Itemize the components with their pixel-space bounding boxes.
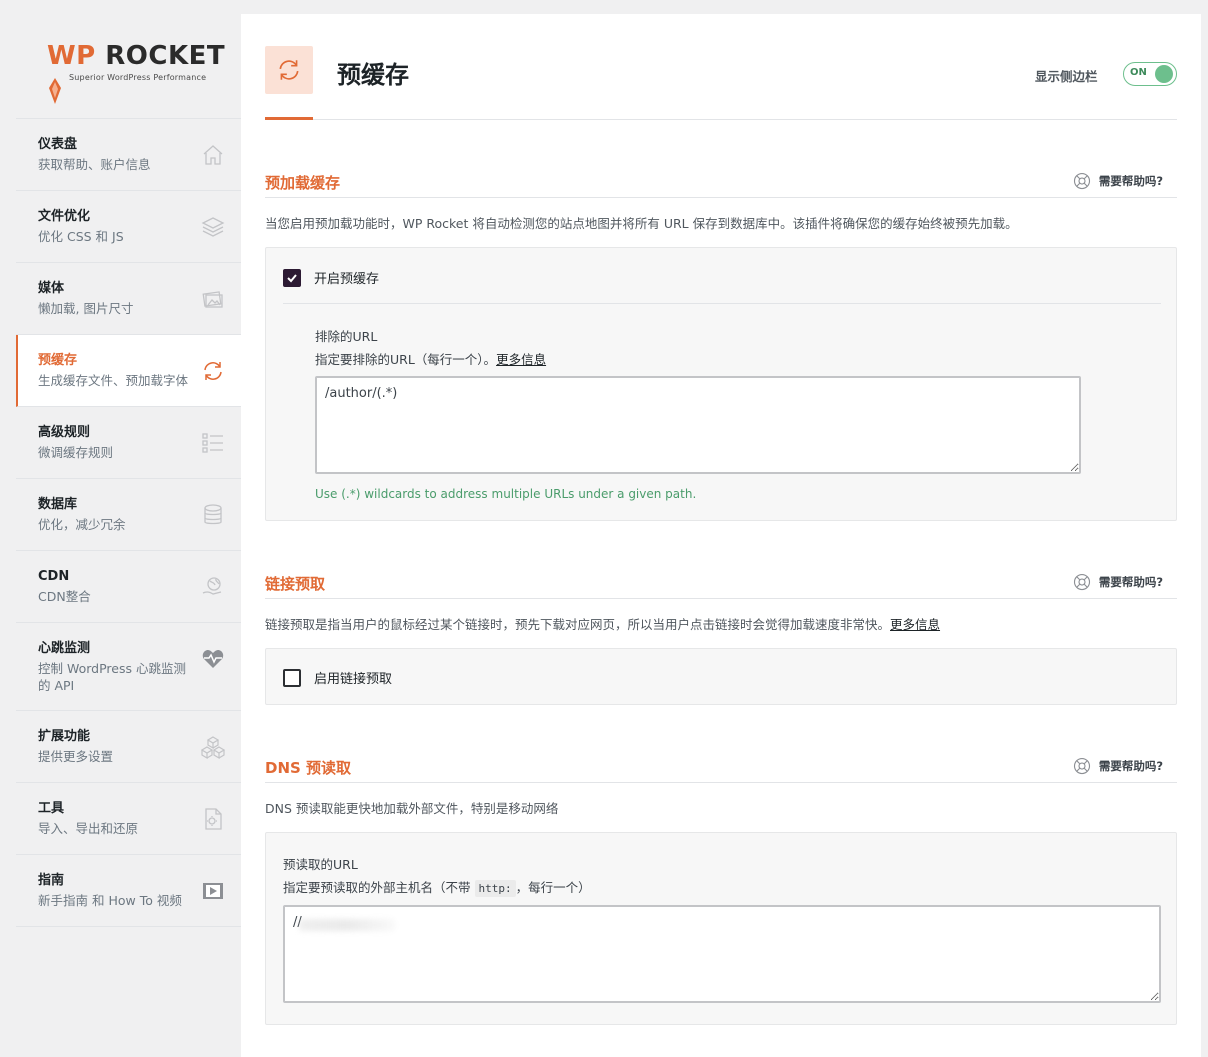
help-label: 需要帮助吗?	[1098, 759, 1163, 773]
enable-preload-row[interactable]: 开启预缓存	[283, 268, 379, 287]
enable-link-prefetch-row[interactable]: 启用链接预取	[283, 668, 392, 687]
sidebar-item-subtitle: 优化 CSS 和 JS	[38, 229, 124, 244]
wildcard-note: Use (.*) wildcards to address multiple U…	[315, 487, 697, 501]
help-label: 需要帮助吗?	[1098, 575, 1163, 589]
enable-preload-checkbox[interactable]	[283, 268, 301, 287]
layers-icon	[201, 215, 225, 239]
divider	[283, 303, 1161, 304]
sidebar-item-subtitle: 控制 WordPress 心跳监测的 API	[38, 661, 186, 693]
link-prefetch-section-header: 链接预取 需要帮助吗?	[265, 563, 1177, 599]
header-accent-underline	[265, 117, 313, 120]
wordmark: WP ROCKET	[47, 41, 226, 71]
help-label: 需要帮助吗?	[1098, 174, 1163, 188]
sidebar-item-subtitle: 优化，减少冗余	[38, 517, 126, 532]
sidebar-item-media[interactable]: 媒体 懒加载, 图片尺寸	[16, 263, 241, 335]
section-title: DNS 预读取	[265, 759, 352, 777]
sidebar-item-file-optimization[interactable]: 文件优化 优化 CSS 和 JS	[16, 191, 241, 263]
cubes-icon	[200, 735, 226, 760]
link-prefetch-description: 链接预取是指当用户的鼠标经过某个链接时，预先下载对应网页，所以当用户点击链接时会…	[265, 617, 941, 632]
lifebuoy-icon	[1073, 172, 1090, 190]
sidebar-item-cdn[interactable]: CDN CDN整合	[16, 551, 241, 623]
page-title: 预缓存	[337, 61, 409, 89]
wp-rocket-logo[interactable]: WP ROCKET Superior WordPress Performance	[16, 14, 241, 119]
redacted-hostname	[299, 919, 395, 931]
checkmark-icon	[287, 273, 297, 282]
help-link[interactable]: 需要帮助吗?	[1073, 573, 1163, 591]
enable-link-prefetch-checkbox[interactable]	[283, 668, 301, 687]
dns-prefetch-box: 预读取的URL 指定要预读取的外部主机名（不带 http: ，每行一个） //	[265, 832, 1177, 1025]
sidebar-item-database[interactable]: 数据库 优化，减少冗余	[16, 479, 241, 551]
globe-hand-icon	[201, 575, 225, 599]
sidebar-item-subtitle: 微调缓存规则	[38, 445, 114, 460]
sidebar-item-tutorials[interactable]: 指南 新手指南 和 How To 视频	[16, 855, 241, 927]
video-icon	[201, 879, 225, 903]
checklist-icon	[201, 431, 225, 455]
sidebar-item-dashboard[interactable]: 仪表盘 获取帮助、账户信息	[16, 119, 241, 191]
section-title: 链接预取	[265, 575, 326, 593]
page-header: 预缓存 显示侧边栏 ON	[265, 14, 1177, 120]
toggle-knob	[1155, 65, 1173, 83]
sidebar-item-subtitle: 导入、导出和还原	[38, 821, 139, 836]
sidebar-item-subtitle: 生成缓存文件、预加载字体	[38, 373, 189, 388]
section-title: 预加载缓存	[265, 174, 341, 192]
sidebar-item-heartbeat[interactable]: 心跳监测 控制 WordPress 心跳监测的 API	[16, 623, 241, 711]
preload-section-header: 预加载缓存 需要帮助吗?	[265, 162, 1177, 198]
preload-description: 当您启用预加载功能时，WP Rocket 将自动检测您的站点地图并将所有 URL…	[265, 216, 1018, 231]
tagline: Superior WordPress Performance	[69, 73, 207, 82]
sidebar: WP ROCKET Superior WordPress Performance…	[16, 14, 241, 1057]
exclude-urls-label: 排除的URL	[315, 329, 378, 344]
sidebar-item-subtitle: 提供更多设置	[38, 749, 114, 764]
sidebar-item-subtitle: 新手指南 和 How To 视频	[38, 893, 182, 908]
exclude-urls-textarea[interactable]: /author/(.*)	[315, 376, 1081, 474]
link-prefetch-box: 启用链接预取	[265, 648, 1177, 705]
refresh-icon	[201, 359, 225, 383]
tools-file-icon	[201, 807, 225, 831]
dns-prefetch-urls-label: 预读取的URL	[283, 857, 358, 872]
lifebuoy-icon	[1073, 757, 1090, 775]
dns-prefetch-description: DNS 预读取能更快地加载外部文件，特别是移动网络	[265, 801, 559, 816]
images-icon	[201, 287, 225, 311]
more-info-link[interactable]: 更多信息	[496, 352, 546, 367]
toggle-state-text: ON	[1130, 67, 1147, 78]
show-sidebar-label: 显示侧边栏	[1035, 69, 1098, 84]
enable-link-prefetch-label: 启用链接预取	[314, 672, 393, 687]
lifebuoy-icon	[1073, 573, 1090, 591]
sidebar-item-subtitle: 懒加载, 图片尺寸	[38, 301, 134, 316]
preload-header-icon	[265, 46, 313, 94]
dns-prefetch-section-header: DNS 预读取 需要帮助吗?	[265, 747, 1177, 783]
show-sidebar-toggle[interactable]: ON	[1123, 62, 1177, 86]
more-info-link[interactable]: 更多信息	[890, 617, 940, 632]
enable-preload-label: 开启预缓存	[314, 272, 380, 287]
sidebar-item-addons[interactable]: 扩展功能 提供更多设置	[16, 711, 241, 783]
http-code: http:	[474, 880, 516, 897]
sidebar-item-advanced-rules[interactable]: 高级规则 微调缓存规则	[16, 407, 241, 479]
sidebar-item-subtitle: 获取帮助、账户信息	[38, 157, 151, 172]
database-icon	[201, 503, 225, 527]
sidebar-item-tools[interactable]: 工具 导入、导出和还原	[16, 783, 241, 855]
help-link[interactable]: 需要帮助吗?	[1073, 757, 1163, 775]
sidebar-item-subtitle: CDN整合	[38, 589, 91, 604]
heartbeat-icon	[201, 647, 225, 671]
dns-prefetch-urls-hint: 指定要预读取的外部主机名（不带 http: ，每行一个）	[283, 880, 591, 897]
exclude-urls-hint: 指定要排除的URL（每行一个）。更多信息	[315, 352, 547, 367]
preload-settings-box: 开启预缓存 排除的URL 指定要排除的URL（每行一个）。更多信息 /autho…	[265, 247, 1177, 521]
sidebar-item-preload[interactable]: 预缓存 生成缓存文件、预加载字体	[16, 335, 241, 407]
home-icon	[201, 143, 225, 167]
main-panel: 预缓存 显示侧边栏 ON 预加载缓存 需要帮助吗? 当您启用预加载功能时，WP …	[241, 14, 1201, 1057]
dns-prefetch-textarea[interactable]: //	[283, 905, 1161, 1003]
help-link[interactable]: 需要帮助吗?	[1073, 172, 1163, 190]
